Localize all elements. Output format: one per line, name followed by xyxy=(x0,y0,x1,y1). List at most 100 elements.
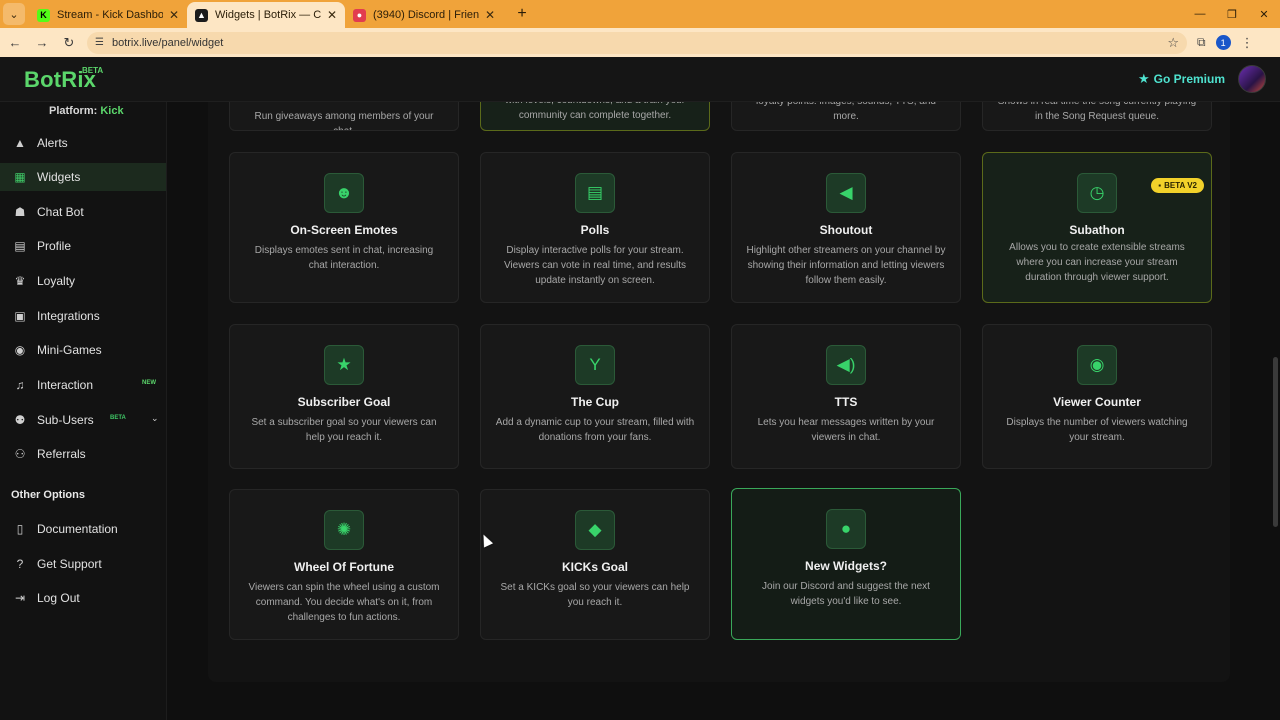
sidebar-item-log-out[interactable]: ⇥ Log Out xyxy=(0,584,166,612)
widget-card-subathon[interactable]: ▪ BETA V2 ◷ Subathon Allows you to creat… xyxy=(982,152,1212,303)
sidebar-item-alerts[interactable]: ▲ Alerts xyxy=(0,129,166,157)
widget-card-viewer-counter[interactable]: ◉ Viewer Counter Displays the number of … xyxy=(982,324,1212,469)
widget-card-loyalty-rewards[interactable]: Allows viewers to redeem rewards using l… xyxy=(731,102,961,131)
sidebar-item-label: Log Out xyxy=(37,591,80,605)
platform-value: Kick xyxy=(100,105,124,117)
emote-icon: ☻ xyxy=(324,173,364,213)
eye-icon: ◉ xyxy=(1077,345,1117,385)
extensions-icon[interactable]: ⧉ xyxy=(1197,35,1206,50)
discord-icon: ● xyxy=(353,8,366,22)
sidebar-item-chat-bot[interactable]: ☗ Chat Bot xyxy=(0,198,166,226)
platform-label: Platform: xyxy=(49,105,98,117)
speaker-icon: ◀) xyxy=(826,345,866,385)
tab-title: Widgets | BotRix — Cloud Strea xyxy=(215,9,321,21)
tab-search-button[interactable]: ⌄ xyxy=(3,3,25,25)
address-bar[interactable]: ☰ botrix.live/panel/widget ☆ xyxy=(87,31,1187,54)
widget-card-song-request[interactable]: Shows in real time the song currently pl… xyxy=(982,102,1212,131)
widget-title: KICKs Goal xyxy=(561,560,628,574)
sidebar-item-referrals[interactable]: ⚇ Referrals xyxy=(0,440,166,468)
forward-icon[interactable]: → xyxy=(30,31,54,55)
gamepad-icon: ◉ xyxy=(14,343,26,357)
sidebar-item-integrations[interactable]: ▣ Integrations xyxy=(0,302,166,330)
app-header: BotRix BETA ★ Go Premium xyxy=(0,57,1280,102)
user-avatar[interactable] xyxy=(1238,65,1266,93)
widget-card-hype-train[interactable]: with levels, countdowns, and a train you… xyxy=(480,102,710,131)
sidebar-item-profile[interactable]: ▤ Profile xyxy=(0,232,166,260)
close-tab-icon[interactable]: ✕ xyxy=(327,8,337,22)
robot-icon: ☗ xyxy=(14,205,26,219)
sidebar-item-label: Alerts xyxy=(37,136,68,150)
widget-desc: Join our Discord and suggest the next wi… xyxy=(762,581,930,607)
sidebar-item-interaction[interactable]: ♫ Interaction NEW xyxy=(0,371,166,399)
sidebar-item-loyalty[interactable]: ♛ Loyalty xyxy=(0,267,166,295)
restore-icon[interactable]: ❐ xyxy=(1216,0,1248,28)
sidebar-item-label: Referrals xyxy=(37,447,86,461)
widget-card-subscriber-goal[interactable]: ★ Subscriber Goal Set a subscriber goal … xyxy=(229,324,459,469)
cup-icon: Y xyxy=(575,345,615,385)
minimize-icon[interactable]: — xyxy=(1184,0,1216,28)
main-content: Run giveaways among members of your chat… xyxy=(167,102,1280,720)
sidebar-item-label: Mini-Games xyxy=(37,343,102,357)
widget-card-new-widgets[interactable]: ● New Widgets? Join our Discord and sugg… xyxy=(731,488,961,640)
sidebar-item-get-support[interactable]: ? Get Support xyxy=(0,550,166,578)
widget-card-the-cup[interactable]: Y The Cup Add a dynamic cup to your stre… xyxy=(480,324,710,469)
go-premium-label: Go Premium xyxy=(1153,72,1225,86)
platform-indicator: Platform: Kick xyxy=(49,105,124,117)
window-controls: — ❐ ✕ xyxy=(1184,0,1280,28)
reload-icon[interactable]: ↻ xyxy=(57,31,81,55)
widget-title: New Widgets? xyxy=(805,559,887,573)
widget-title: TTS xyxy=(834,395,858,409)
botrix-app: BotRix BETA ★ Go Premium Platform: Kick … xyxy=(0,57,1280,720)
go-premium-button[interactable]: ★ Go Premium xyxy=(1138,71,1225,87)
widget-card-kicks-goal[interactable]: ◆ KICKs Goal Set a KICKs goal so your vi… xyxy=(480,489,710,640)
sidebar-item-label: Loyalty xyxy=(37,274,76,288)
widget-desc: Allows viewers to redeem rewards using l… xyxy=(756,102,936,122)
profile-avatar[interactable]: 1 xyxy=(1215,35,1231,50)
id-card-icon: ▤ xyxy=(14,239,26,253)
browser-tab-kick[interactable]: K Stream - Kick Dashboard ✕ xyxy=(29,2,187,28)
lightbulb-icon: ● xyxy=(826,509,866,549)
widget-card-wheel-of-fortune[interactable]: ✺ Wheel Of Fortune Viewers can spin the … xyxy=(229,489,459,640)
widget-desc: Lets you hear messages written by your v… xyxy=(757,417,935,443)
help-icon: ? xyxy=(16,557,24,571)
integrations-icon: ▣ xyxy=(14,309,26,323)
referrals-icon: ⚇ xyxy=(14,447,26,461)
browser-tab-botrix[interactable]: ▲ Widgets | BotRix — Cloud Strea ✕ xyxy=(187,2,345,28)
widget-desc: Displays the number of viewers watching … xyxy=(1006,417,1188,443)
bookmark-star-icon[interactable]: ☆ xyxy=(1167,35,1179,51)
browser-tab-discord[interactable]: ● (3940) Discord | Friends ✕ xyxy=(345,2,503,28)
chevron-down-icon[interactable]: ⌄ xyxy=(151,413,159,424)
widget-card-tts[interactable]: ◀) TTS Lets you hear messages written by… xyxy=(731,324,961,469)
sidebar-item-documentation[interactable]: ▯ Documentation xyxy=(0,515,166,543)
widget-card-shoutout[interactable]: ◀ Shoutout Highlight other streamers on … xyxy=(731,152,961,303)
browser-menu-icon[interactable]: ⋮ xyxy=(1241,35,1254,51)
sidebar-item-mini-games[interactable]: ◉ Mini-Games xyxy=(0,336,166,364)
music-icon: ♫ xyxy=(15,378,25,392)
megaphone-icon: ◀ xyxy=(826,173,866,213)
browser-toolbar: ← → ↻ ☰ botrix.live/panel/widget ☆ ⧉ 1 ⋮ xyxy=(0,28,1280,57)
logo-beta-badge: BETA xyxy=(82,66,104,75)
page-scrollbar[interactable] xyxy=(1273,357,1278,527)
other-options-heading: Other Options xyxy=(11,489,85,501)
tab-title: (3940) Discord | Friends xyxy=(373,9,479,21)
close-tab-icon[interactable]: ✕ xyxy=(169,8,179,22)
widget-title: Subathon xyxy=(1069,223,1125,237)
sidebar-item-label: Integrations xyxy=(37,309,100,323)
close-tab-icon[interactable]: ✕ xyxy=(485,8,495,22)
wheel-icon: ✺ xyxy=(324,510,364,550)
widget-title: Polls xyxy=(580,223,610,237)
widget-card-giveaway[interactable]: Run giveaways among members of your chat… xyxy=(229,102,459,131)
star-icon: ★ xyxy=(324,345,364,385)
widget-desc: with levels, countdowns, and a train you… xyxy=(505,102,685,121)
widget-card-polls[interactable]: ▤ Polls Display interactive polls for yo… xyxy=(480,152,710,303)
close-window-icon[interactable]: ✕ xyxy=(1248,0,1280,28)
sidebar-item-sub-users[interactable]: ⚉ Sub-Users BETA ⌄ xyxy=(0,406,166,434)
sidebar-item-label: Chat Bot xyxy=(37,205,84,219)
widget-card-on-screen-emotes[interactable]: ☻ On-Screen Emotes Displays emotes sent … xyxy=(229,152,459,303)
users-icon: ⚉ xyxy=(14,413,26,427)
address-url[interactable]: botrix.live/panel/widget xyxy=(112,37,1167,49)
back-icon[interactable]: ← xyxy=(3,31,27,55)
new-tab-button[interactable]: + xyxy=(511,3,533,25)
sidebar-item-widgets[interactable]: ▦ Widgets xyxy=(0,163,166,191)
site-info-icon[interactable]: ☰ xyxy=(95,37,104,48)
